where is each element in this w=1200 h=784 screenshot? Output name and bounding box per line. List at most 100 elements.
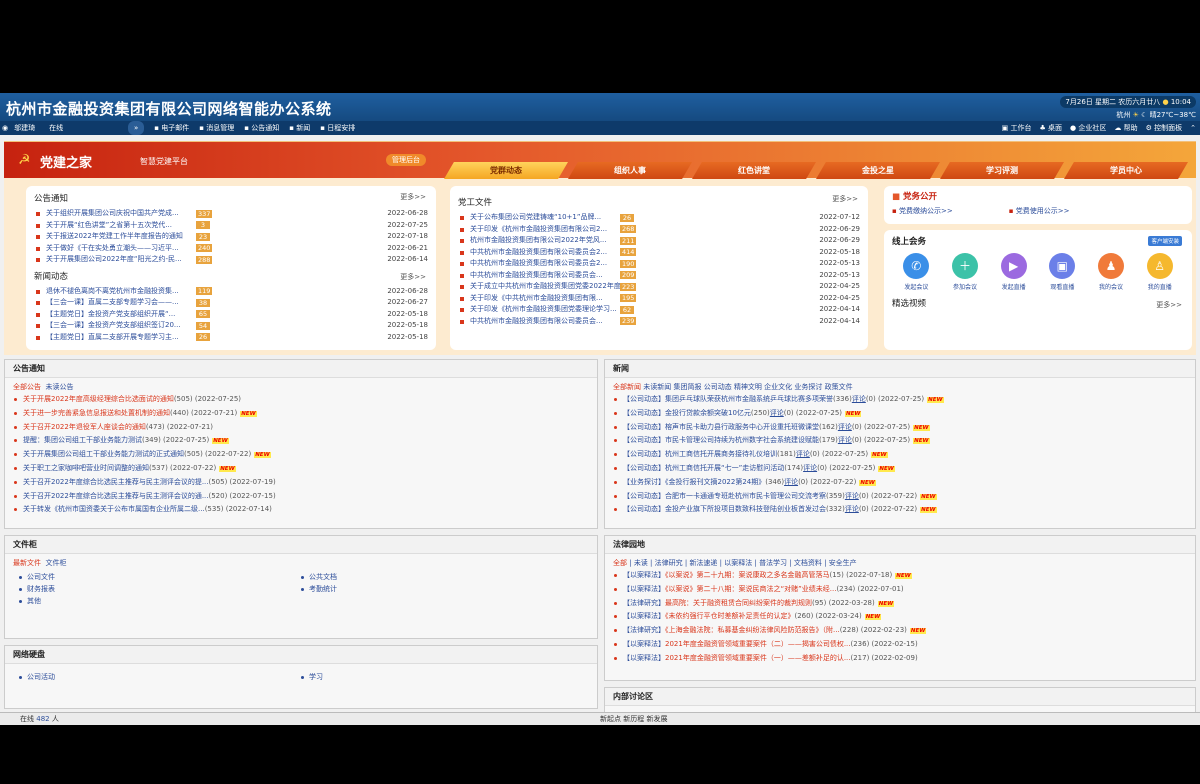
list-item[interactable]: 关于报送2022年党建工作半年度报告的通知 23 2022-07-18 xyxy=(34,231,428,243)
nav-workbench[interactable]: ▣ 工作台 xyxy=(1002,121,1032,135)
list-item[interactable]: 关于开展集团公司组工干部业务能力测试的正式通知(505) (2022-07-22… xyxy=(13,448,589,462)
affairs-link-usage[interactable]: ▪ 党费使用公示>> xyxy=(1009,206,1070,216)
list-item[interactable]: 关于印发《杭州市金融投资集团有限公司2... 268 2022-06-29 xyxy=(458,224,860,236)
user-avatar-icon[interactable]: ◉ xyxy=(2,121,8,135)
join-meeting-button[interactable]: ＋参加会议 xyxy=(941,253,990,291)
admin-button[interactable]: 管理后台 xyxy=(386,154,426,166)
disk-folder[interactable]: 公司活动 xyxy=(19,671,301,683)
list-item[interactable]: 关于印发《中共杭州市金融投资集团有限... 195 2022-04-25 xyxy=(458,293,860,305)
chevron-up-icon[interactable]: ⌃ xyxy=(1190,121,1196,135)
list-item[interactable]: 关于召开2022年度综合比选民主推荐与民主测评会议的通...(520) (202… xyxy=(13,490,589,504)
my-live-button[interactable]: ♙ 我的直播 xyxy=(1135,253,1184,291)
list-item[interactable]: 【业务探讨】《金投行报刊文摘2022第24期》(346)评论(0) (2022-… xyxy=(613,476,1187,490)
filter-link[interactable]: 未读新闻 xyxy=(643,383,671,391)
list-item[interactable]: 关于召开2022年退役军人座谈会的通知(473) (2022-07-21) xyxy=(13,421,589,435)
filter-link[interactable]: 精神文明 xyxy=(734,383,762,391)
nav-news[interactable]: ▪ 新闻 xyxy=(289,121,310,135)
list-item[interactable]: 【公司动态】合肥市一卡通通专班赴杭州市民卡管理公司交流考察(359)评论(0) … xyxy=(613,490,1187,504)
filter-link[interactable]: 普法学习 xyxy=(759,559,787,567)
filter-file-cabinet[interactable]: 文件柜 xyxy=(45,559,66,567)
list-item[interactable]: 杭州市金融投资集团有限公司2022年党风... 211 2022-06-29 xyxy=(458,235,860,247)
list-item[interactable]: 【法律研究】最高院：关于融资租赁合同纠纷案件的裁判规则(95) (2022-03… xyxy=(613,597,1187,611)
list-item[interactable]: 关于开展2022年度高级经理综合比选面试的通知(505) (2022-07-25… xyxy=(13,393,589,407)
tab-student-center[interactable]: 学员中心 xyxy=(1064,162,1188,179)
list-item[interactable]: 【公司动态】市民卡管理公司持续为杭州数字社会系统建设赋能(179)评论(0) (… xyxy=(613,434,1187,448)
comment-link[interactable]: 评论 xyxy=(770,409,784,417)
filter-link[interactable]: 全部 xyxy=(613,559,627,567)
user-status[interactable]: 在线 xyxy=(49,121,63,135)
nav-schedule[interactable]: ▪ 日程安排 xyxy=(320,121,355,135)
comment-link[interactable]: 评论 xyxy=(796,450,810,458)
nav-message[interactable]: ▪ 消息管理 xyxy=(199,121,234,135)
file-folder[interactable]: 公共文档 xyxy=(301,571,583,583)
start-meeting-button[interactable]: ✆ 发起会议 xyxy=(892,253,941,291)
list-item[interactable]: 【以案释法】2021年度金融资管领域重要案件（一）——差额补足的认...(217… xyxy=(613,652,1187,666)
list-item[interactable]: 【公司动态】金投行贷款余额突破10亿元(250)评论(0) (2022-07-2… xyxy=(613,407,1187,421)
list-item[interactable]: 【以案释法】2021年度金融资管领域重要案件（二）——揭害公司债权...(236… xyxy=(613,638,1187,652)
list-item[interactable]: 关于做好《干在实处勇立潮头——习近平... 240 2022-06-21 xyxy=(34,243,428,255)
file-folder[interactable]: 财务报表 xyxy=(19,583,301,595)
comment-link[interactable]: 评论 xyxy=(838,436,852,444)
comment-link[interactable]: 评论 xyxy=(838,423,852,431)
list-item[interactable]: 中共杭州市金融投资集团有限公司委员会... 239 2022-04-14 xyxy=(458,316,860,328)
list-item[interactable]: 【三会一课】直属二支部专题学习会——... 38 2022-06-27 xyxy=(34,297,428,309)
client-install-button[interactable]: 客户端安装 xyxy=(1148,236,1182,246)
filter-link[interactable]: 文档资料 xyxy=(794,559,822,567)
filter-link[interactable]: 安全生产 xyxy=(829,559,857,567)
comment-link[interactable]: 评论 xyxy=(784,478,798,486)
nav-control-panel[interactable]: ⚙ 控制面板 xyxy=(1146,121,1183,135)
my-meetings-button[interactable]: ♟ 我的会议 xyxy=(1087,253,1136,291)
list-item[interactable]: 【公司动态】杭州工商信托开展“七一”走访慰问活动(174)评论(0) (2022… xyxy=(613,462,1187,476)
filter-link[interactable]: 公司动态 xyxy=(704,383,732,391)
nav-desktop[interactable]: ♣ 桌面 xyxy=(1040,121,1063,135)
filter-link[interactable]: 企业文化 xyxy=(764,383,792,391)
comment-link[interactable]: 评论 xyxy=(852,395,866,403)
comment-link[interactable]: 评论 xyxy=(845,492,859,500)
watch-live-button[interactable]: ▣ 观看直播 xyxy=(1038,253,1087,291)
filter-link[interactable]: 法律研究 xyxy=(655,559,683,567)
list-item[interactable]: 【法律研究】《上海金融法院：私募基金纠纷法律风险防范报告》（附...(228) … xyxy=(613,624,1187,638)
list-item[interactable]: 【以案释法】《以案说》第二十八期：案说民商法之“对赌”业绩未经...(234) … xyxy=(613,583,1187,597)
comment-link[interactable]: 评论 xyxy=(803,464,817,472)
filter-link[interactable]: 全部新闻 xyxy=(613,383,641,391)
tab-org-personnel[interactable]: 组织人事 xyxy=(568,162,692,179)
list-item[interactable]: 提醒：集团公司组工干部业务能力测试(349) (2022-07-25) NEW xyxy=(13,434,589,448)
online-count[interactable]: 在线 482 人 xyxy=(20,713,59,725)
list-item[interactable]: 中共杭州市金融投资集团有限公司委员会2... 190 2022-05-13 xyxy=(458,258,860,270)
user-name[interactable]: 邬建琦 xyxy=(14,121,35,135)
list-item[interactable]: 【主题党日】金投资产党支部组织开展“... 65 2022-05-18 xyxy=(34,309,428,321)
list-item[interactable]: 【以案释法】《以案说》第二十九期：案说康政之多名金融高管落马(15) (2022… xyxy=(613,569,1187,583)
list-item[interactable]: 关于职工之家咖啡吧营业时间调整的通知(537) (2022-07-22) NEW xyxy=(13,462,589,476)
list-item[interactable]: 【公司动态】杭州工商信托开展商务接待礼仪培训(181)评论(0) (2022-0… xyxy=(613,448,1187,462)
list-item[interactable]: 中共杭州市金融投资集团有限公司委员会2... 414 2022-05-18 xyxy=(458,247,860,259)
tab-study-test[interactable]: 学习评测 xyxy=(940,162,1064,179)
comment-link[interactable]: 评论 xyxy=(845,505,859,513)
list-item[interactable]: 关于印发《杭州市金融投资集团党委理论学习... 62 2022-04-14 xyxy=(458,304,860,316)
file-folder[interactable]: 公司文件 xyxy=(19,571,301,583)
list-item[interactable]: 【公司动态】金投产业旗下所投项目数致科技登陆创业板首发过会(332)评论(0) … xyxy=(613,503,1187,517)
filter-link[interactable]: 政策文件 xyxy=(825,383,853,391)
nav-notice[interactable]: ▪ 公告通知 xyxy=(244,121,279,135)
more-link[interactable]: 更多>> xyxy=(400,192,426,202)
list-item[interactable]: 【公司动态】榕声市民卡助力县行政服务中心开设重托班微课堂(162)评论(0) (… xyxy=(613,421,1187,435)
start-live-button[interactable]: ▶ 发起直播 xyxy=(989,253,1038,291)
filter-link[interactable]: 新法速递 xyxy=(689,559,717,567)
filter-link[interactable]: 未读 xyxy=(634,559,648,567)
disk-folder[interactable]: 学习 xyxy=(301,671,583,683)
collapse-icon[interactable]: » xyxy=(128,121,145,135)
list-item[interactable]: 【三会一课】金投资产党支部组织签订20... 54 2022-05-18 xyxy=(34,320,428,332)
list-item[interactable]: 关于开展集团公司2022年度“阳光之约-民... 288 2022-06-14 xyxy=(34,254,428,266)
list-item[interactable]: 【公司动态】集团乒乓球队荣获杭州市金融系统乒乓球比赛多项荣誉(336)评论(0)… xyxy=(613,393,1187,407)
list-item[interactable]: 【主题党日】直属二支部开展专题学习主... 26 2022-05-18 xyxy=(34,332,428,344)
filter-link[interactable]: 集团简报 xyxy=(673,383,701,391)
file-folder[interactable]: 考勤统计 xyxy=(301,583,583,595)
list-item[interactable]: 关于召开2022年度综合比选民主推荐与民主测评会议的提...(505) (202… xyxy=(13,476,589,490)
list-item[interactable]: 关于转发《杭州市国资委关于公布市属国有企业所属二级...(535) (2022-… xyxy=(13,503,589,517)
nav-email[interactable]: ▪ 电子邮件 xyxy=(154,121,189,135)
filter-link[interactable]: 业务探讨 xyxy=(794,383,822,391)
list-item[interactable]: 关于组织开展集团公司庆祝中国共产党成... 337 2022-06-28 xyxy=(34,208,428,220)
tab-party-news[interactable]: 党群动态 xyxy=(444,162,568,179)
filter-all-announce[interactable]: 全部公告 xyxy=(13,383,41,391)
list-item[interactable]: 关于成立中共杭州市金融投资集团党委2022年度...223 2022-04-25 xyxy=(458,281,860,293)
list-item[interactable]: 关于开展“红色讲堂”之省第十五次党代... 3 2022-07-25 xyxy=(34,220,428,232)
